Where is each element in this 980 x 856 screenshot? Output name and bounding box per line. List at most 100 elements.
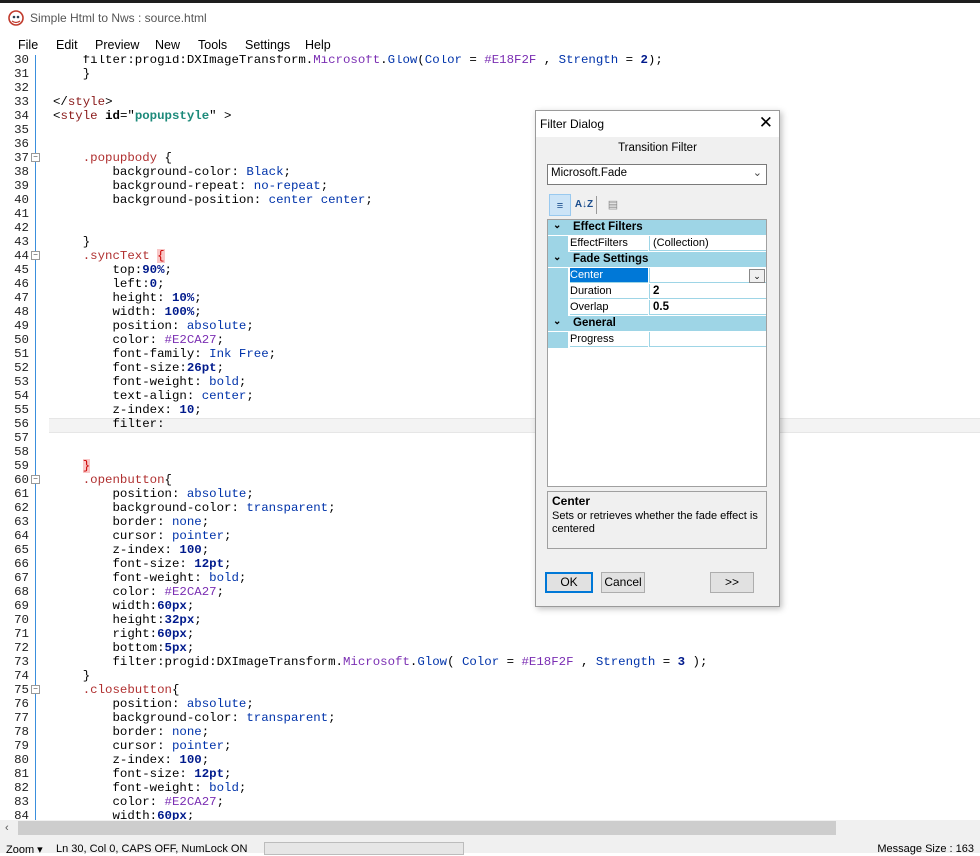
close-icon[interactable]: ✕ — [759, 113, 773, 133]
menu-file[interactable]: File — [18, 38, 38, 52]
code-line[interactable]: 75− .closebutton{ — [0, 683, 980, 697]
code-line[interactable]: 58 — [0, 445, 980, 459]
code-line[interactable]: 55 z-index: 10; — [0, 403, 980, 417]
menu-new[interactable]: New — [155, 38, 180, 52]
code-line[interactable]: 74 } — [0, 669, 980, 683]
menu-settings[interactable]: Settings — [245, 38, 290, 52]
filter-type-select[interactable]: Microsoft.Fade ⌄ — [547, 164, 767, 185]
code-line[interactable]: 45 top:90%; — [0, 263, 980, 277]
code-line[interactable]: 53 font-weight: bold; — [0, 375, 980, 389]
code-line[interactable]: 40 background-position: center center; — [0, 193, 980, 207]
category-effect-filters[interactable]: ⌄ Effect Filters — [548, 220, 766, 235]
fold-toggle-icon[interactable]: − — [31, 153, 40, 162]
zoom-dropdown[interactable]: Zoom ▾ — [6, 843, 43, 856]
code-line[interactable]: 73 filter:progid:DXImageTransform.Micros… — [0, 655, 980, 669]
alphabetical-icon[interactable]: A↓Z — [573, 194, 595, 216]
cancel-button[interactable]: Cancel — [601, 572, 645, 593]
property-pages-icon[interactable]: ▤ — [602, 194, 624, 216]
code-line[interactable]: 80 z-index: 100; — [0, 753, 980, 767]
code-line[interactable]: 56 filter: — [0, 417, 980, 431]
code-line[interactable]: 42 — [0, 221, 980, 235]
category-fade-settings[interactable]: ⌄ Fade Settings — [548, 252, 766, 267]
category-general[interactable]: ⌄ General — [548, 316, 766, 331]
categorized-icon[interactable]: ≡ — [549, 194, 571, 216]
code-line[interactable]: 77 background-color: transparent; — [0, 711, 980, 725]
horizontal-scrollbar[interactable]: ‹ — [0, 820, 980, 836]
menu-help[interactable]: Help — [305, 38, 331, 52]
scroll-left-arrow-icon[interactable]: ‹ — [5, 822, 9, 834]
code-line[interactable]: 67 font-weight: bold; — [0, 571, 980, 585]
code-line[interactable]: 63 border: none; — [0, 515, 980, 529]
code-line[interactable]: 37− .popupbody { — [0, 151, 980, 165]
code-editor[interactable]: 30 filter:progid:DXImageTransform.Micros… — [0, 55, 980, 820]
line-number: 69 — [14, 599, 29, 613]
code-line[interactable]: 32 — [0, 81, 980, 95]
property-row-overlap[interactable]: Overlap 0.5 — [548, 300, 766, 316]
code-line[interactable]: 30 filter:progid:DXImageTransform.Micros… — [0, 55, 980, 67]
code-line[interactable]: 54 text-align: center; — [0, 389, 980, 403]
property-value[interactable]: ⌄ — [649, 268, 766, 283]
code-text: .openbutton{ — [82, 473, 172, 487]
code-line[interactable]: 52 font-size:26pt; — [0, 361, 980, 375]
code-line[interactable]: 51 font-family: Ink Free; — [0, 347, 980, 361]
code-line[interactable]: 61 position: absolute; — [0, 487, 980, 501]
code-line[interactable]: 34 <style id="popupstyle" > — [0, 109, 980, 123]
fold-toggle-icon[interactable]: − — [31, 251, 40, 260]
chevron-down-icon[interactable]: ⌄ — [749, 269, 765, 283]
code-line[interactable]: 43 } — [0, 235, 980, 249]
code-line[interactable]: 72 bottom:5px; — [0, 641, 980, 655]
code-text: font-size: 12pt; — [53, 557, 232, 571]
code-line[interactable]: 59 } — [0, 459, 980, 473]
chevron-down-icon[interactable]: ⌄ — [553, 316, 561, 327]
menu-edit[interactable]: Edit — [56, 38, 78, 52]
property-row-effectfilters[interactable]: EffectFilters (Collection) — [548, 236, 766, 252]
property-value[interactable]: (Collection) — [649, 236, 766, 251]
chevron-down-icon[interactable]: ⌄ — [553, 252, 561, 263]
ok-button[interactable]: OK — [545, 572, 593, 593]
code-line[interactable]: 46 left:0; — [0, 277, 980, 291]
code-line[interactable]: 49 position: absolute; — [0, 319, 980, 333]
property-row-duration[interactable]: Duration 2 — [548, 284, 766, 300]
property-value[interactable]: 2 — [649, 284, 766, 299]
code-line[interactable]: 62 background-color: transparent; — [0, 501, 980, 515]
code-line[interactable]: 68 color: #E2CA27; — [0, 585, 980, 599]
code-line[interactable]: 41 — [0, 207, 980, 221]
code-line[interactable]: 69 width:60px; — [0, 599, 980, 613]
code-line[interactable]: 57 — [0, 431, 980, 445]
code-line[interactable]: 82 font-weight: bold; — [0, 781, 980, 795]
property-value[interactable]: 0.5 — [649, 300, 766, 315]
code-line[interactable]: 76 position: absolute; — [0, 697, 980, 711]
code-line[interactable]: 39 background-repeat: no-repeat; — [0, 179, 980, 193]
code-line[interactable]: 70 height:32px; — [0, 613, 980, 627]
code-line[interactable]: 60− .openbutton{ — [0, 473, 980, 487]
code-line[interactable]: 81 font-size: 12pt; — [0, 767, 980, 781]
code-line[interactable]: 33 </style> — [0, 95, 980, 109]
code-line[interactable]: 35 — [0, 123, 980, 137]
scrollbar-thumb[interactable] — [18, 821, 836, 835]
code-line[interactable]: 71 right:60px; — [0, 627, 980, 641]
code-line[interactable]: 38 background-color: Black; — [0, 165, 980, 179]
code-line[interactable]: 50 color: #E2CA27; — [0, 333, 980, 347]
code-line[interactable]: 36 — [0, 137, 980, 151]
property-row-center[interactable]: Center ⌄ — [548, 268, 766, 284]
menu-preview[interactable]: Preview — [95, 38, 139, 52]
code-line[interactable]: 79 cursor: pointer; — [0, 739, 980, 753]
code-line[interactable]: 66 font-size: 12pt; — [0, 557, 980, 571]
chevron-down-icon[interactable]: ⌄ — [553, 220, 561, 231]
code-line[interactable]: 65 z-index: 100; — [0, 543, 980, 557]
code-line[interactable]: 78 border: none; — [0, 725, 980, 739]
code-line[interactable]: 44− .syncText { — [0, 249, 980, 263]
menu-tools[interactable]: Tools — [198, 38, 227, 52]
code-line[interactable]: 64 cursor: pointer; — [0, 529, 980, 543]
property-row-progress[interactable]: Progress — [548, 332, 766, 348]
code-line[interactable]: 47 height: 10%; — [0, 291, 980, 305]
property-value[interactable] — [649, 332, 766, 347]
fold-toggle-icon[interactable]: − — [31, 475, 40, 484]
fold-toggle-icon[interactable]: − — [31, 685, 40, 694]
line-number: 48 — [14, 305, 29, 319]
code-line[interactable]: 48 width: 100%; — [0, 305, 980, 319]
code-line[interactable]: 83 color: #E2CA27; — [0, 795, 980, 809]
expand-button[interactable]: >> — [710, 572, 754, 593]
code-line[interactable]: 31 } — [0, 67, 980, 81]
code-line[interactable]: 84 width:60px; — [0, 809, 980, 820]
